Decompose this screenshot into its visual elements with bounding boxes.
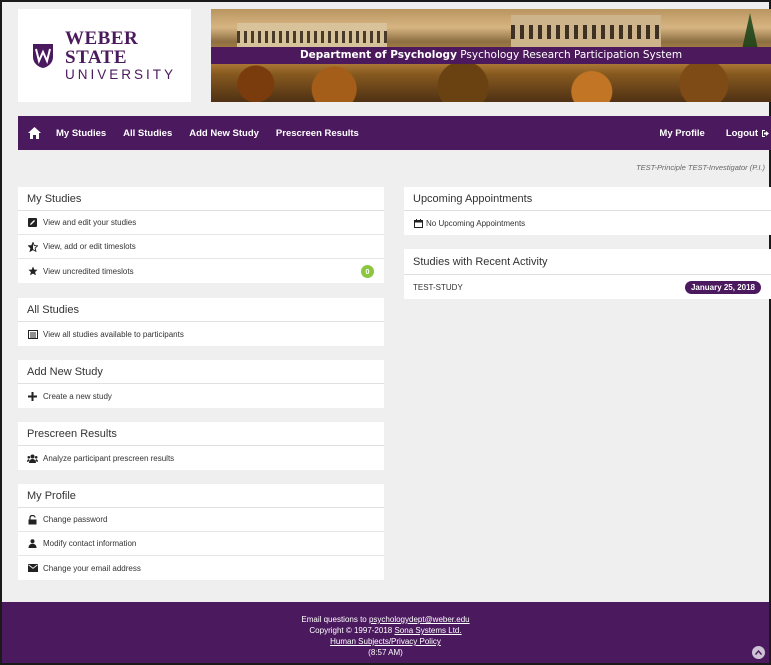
analyze-prescreen-label: Analyze participant prescreen results [43,453,175,463]
prescreen-results-panel: Prescreen Results Analyze participant pr… [18,422,384,470]
all-studies-panel: All Studies View all studies available t… [18,298,384,346]
logo-line-2: UNIVERSITY [65,66,177,82]
edit-icon [27,217,38,228]
footer-email-line: Email questions to psychologydept@weber.… [2,614,769,625]
nav-prescreen-results[interactable]: Prescreen Results [276,128,359,139]
all-studies-title: All Studies [18,298,384,322]
nav-logout[interactable]: Logout [726,128,771,139]
star-half-icon [27,241,38,252]
footer-email-link[interactable]: psychologydept@weber.edu [369,615,470,624]
create-study-link[interactable]: Create a new study [18,384,384,408]
main-navbar: My Studies All Studies Add New Study Pre… [18,116,771,150]
users-icon [27,453,38,464]
campus-banner: Department of Psychology Psychology Rese… [211,9,771,102]
recent-study-name[interactable]: TEST-STUDY [413,283,463,292]
calendar-icon [413,218,424,229]
footer-copyright-line: Copyright © 1997-2018 Sona Systems Ltd. [2,625,769,636]
unlock-icon [27,514,38,525]
change-email-link[interactable]: Change your email address [18,556,384,580]
banner-title: Department of Psychology Psychology Rese… [211,47,771,64]
logo-line-1: WEBER STATE [65,27,139,68]
view-all-studies-label: View all studies available to participan… [43,329,184,339]
page-footer: Email questions to psychologydept@weber.… [2,602,769,663]
analyze-prescreen-link[interactable]: Analyze participant prescreen results [18,446,384,470]
upcoming-appointments-title: Upcoming Appointments [404,187,771,211]
scroll-to-top-button[interactable] [752,646,765,659]
my-studies-title: My Studies [18,187,384,211]
view-edit-studies-link[interactable]: View and edit your studies [18,211,384,235]
upcoming-appointments-panel: Upcoming Appointments No Upcoming Appoin… [404,187,771,235]
my-profile-title: My Profile [18,484,384,508]
my-studies-panel: My Studies View and edit your studies Vi… [18,187,384,283]
nav-my-studies[interactable]: My Studies [56,128,106,139]
view-timeslots-link[interactable]: View, add or edit timeslots [18,235,384,259]
view-all-studies-link[interactable]: View all studies available to participan… [18,322,384,346]
no-appointments-row: No Upcoming Appointments [404,211,771,235]
prescreen-results-title: Prescreen Results [18,422,384,446]
footer-company-link[interactable]: Sona Systems Ltd. [394,626,461,635]
wsu-shield-icon [32,42,54,70]
recent-study-date-badge: January 25, 2018 [684,280,761,294]
change-password-link[interactable]: Change password [18,508,384,532]
weber-state-logo[interactable]: WEBER STATE UNIVERSITY [18,9,191,102]
recent-activity-title: Studies with Recent Activity [404,249,771,275]
change-email-label: Change your email address [43,563,141,573]
no-appointments-label: No Upcoming Appointments [426,218,526,228]
logout-icon [762,129,769,137]
list-icon [27,329,38,340]
footer-time: (8:57 AM) [368,648,403,657]
add-new-study-panel: Add New Study Create a new study [18,360,384,408]
uncredited-count-badge: 0 [361,264,374,278]
modify-contact-link[interactable]: Modify contact information [18,532,384,556]
banner-system: Psychology Research Participation System [456,49,683,61]
recent-study-row[interactable]: TEST-STUDY January 25, 2018 [404,275,771,299]
user-icon [27,538,38,549]
change-password-label: Change password [43,515,108,524]
my-profile-panel: My Profile Change password Modify contac… [18,484,384,580]
nav-all-studies[interactable]: All Studies [123,128,172,139]
footer-email-prefix: Email questions to [301,615,369,624]
star-icon [27,266,38,277]
uncredited-timeslots-label: View uncredited timeslots [43,266,134,276]
add-new-study-title: Add New Study [18,360,384,384]
logout-label: Logout [725,127,758,139]
plus-icon [27,391,38,402]
view-edit-studies-label: View and edit your studies [43,218,137,227]
modify-contact-label: Modify contact information [43,539,137,548]
home-icon[interactable] [28,126,42,140]
view-timeslots-label: View, add or edit timeslots [43,242,136,251]
recent-activity-panel: Studies with Recent Activity TEST-STUDY … [404,249,771,299]
envelope-icon [27,563,38,574]
create-study-label: Create a new study [43,391,112,401]
current-user: TEST-Principle TEST-Investigator (P.I.) [636,163,765,172]
uncredited-timeslots-link[interactable]: View uncredited timeslots 0 [18,259,384,283]
chevron-up-icon [755,650,762,655]
banner-dept: Department of Psychology [299,49,457,61]
footer-copyright-prefix: Copyright © 1997-2018 [309,626,395,635]
nav-my-profile[interactable]: My Profile [659,128,704,139]
nav-add-new-study[interactable]: Add New Study [189,128,259,139]
footer-policy-link[interactable]: Human Subjects/Privacy Policy [330,637,441,646]
